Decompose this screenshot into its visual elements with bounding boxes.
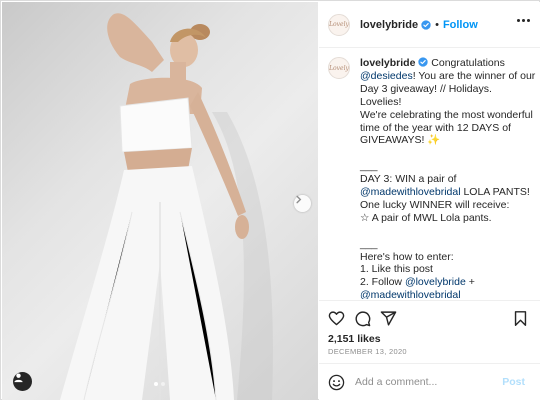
more-options-icon[interactable] [517, 19, 530, 22]
caption-avatar[interactable]: Lovely [328, 57, 350, 79]
post-header: Lovely lovelybride • Follow [319, 2, 540, 48]
caption-text-span: 1. Like this post [360, 263, 433, 276]
caption-text: lovelybride Congratulations @desiedes! Yo… [360, 57, 536, 299]
mention-link[interactable]: @lovelybride [405, 276, 466, 288]
caption-text-span: ___ [360, 237, 378, 250]
caption-line: @desiedes! You are the winner of our [360, 70, 536, 83]
caption-line: ___ [360, 238, 536, 251]
caption-text-span: ☆ A pair of MWL Lola pants. [360, 211, 492, 224]
caption-text-span: ___ [360, 160, 378, 173]
verified-badge-icon [421, 19, 431, 30]
comment-input[interactable] [355, 376, 495, 388]
post-sidebar: Lovely lovelybride • Follow Lovely lovel… [319, 2, 540, 400]
avatar[interactable]: Lovely [328, 13, 350, 36]
bookmark-icon[interactable] [512, 310, 529, 327]
caption-text-span: One lucky WINNER will receive: [360, 198, 510, 211]
caption-text-span: + [465, 276, 475, 289]
caption-line: Here's how to enter: [360, 251, 536, 264]
header-separator: • [435, 18, 439, 31]
caption-avatar-logo-text: Lovely [329, 64, 349, 72]
caption-line: We're celebrating the most wonderful [360, 109, 536, 122]
mention-link[interactable]: @madewithlovebridal [360, 289, 461, 299]
caption-line: lovelybride Congratulations [360, 57, 536, 70]
caption-line: time of the year with 12 DAYS of [360, 122, 536, 135]
caption-text-span: 2. Follow [360, 276, 405, 289]
caption-text-span: time of the year with 12 DAYS of [360, 121, 511, 134]
post-modal: Lovely lovelybride • Follow Lovely lovel… [0, 0, 540, 400]
caption-username[interactable]: lovelybride [360, 57, 415, 69]
comment-icon[interactable] [354, 310, 371, 327]
post-photo[interactable] [2, 2, 318, 400]
carousel-indicator [154, 382, 165, 386]
caption-line: One lucky WINNER will receive: [360, 199, 536, 212]
heart-icon[interactable] [328, 310, 345, 327]
model-illustration [60, 13, 273, 400]
mention-link[interactable]: @madewithlovebridal [360, 186, 461, 198]
user-icon [14, 373, 23, 383]
caption-text-span: Congratulations [431, 57, 505, 69]
caption-line: Day 3 giveaway! // Holidays. Lovelies! [360, 83, 536, 109]
caption-line: ___ [360, 160, 536, 173]
caption-line: GIVEAWAYS! ✨ [360, 134, 536, 147]
caption-text-span: ! You are the winner of our [412, 69, 536, 82]
verified-badge-icon [418, 57, 429, 67]
header-username[interactable]: lovelybride [360, 19, 418, 31]
avatar-logo-text: Lovely [329, 21, 349, 28]
caption-text-span: DAY 3: WIN a pair of [360, 173, 457, 186]
caption-line: ☆ A pair of MWL Lola pants. [360, 212, 536, 225]
paper-plane-icon[interactable] [380, 310, 397, 327]
caption-line: @madewithlovebridal [360, 289, 536, 299]
likes-count[interactable]: 2,151 likes [328, 333, 381, 345]
caption-text-span: LOLA PANTS! [460, 186, 530, 199]
caption-line: DAY 3: WIN a pair of [360, 173, 536, 186]
caption-text-span: Here's how to enter: [360, 250, 454, 263]
caption-line: 2. Follow @lovelybride + [360, 276, 536, 289]
caption-line: 1. Like this post [360, 263, 536, 276]
carousel-dot [161, 382, 165, 386]
follow-button[interactable]: Follow [443, 19, 478, 31]
caption-area[interactable]: Lovely lovelybride Congratulations @desie… [319, 49, 540, 299]
caption-line: @madewithlovebridal LOLA PANTS! [360, 186, 536, 199]
next-slide-button[interactable] [294, 195, 311, 212]
post-comment-button[interactable]: Post [502, 376, 525, 388]
post-date[interactable]: DECEMBER 13, 2020 [328, 347, 407, 356]
mention-link[interactable]: @desiedes [360, 70, 413, 82]
comment-bar: Post [319, 363, 540, 400]
action-bar [319, 300, 540, 334]
tagged-users-button[interactable] [13, 372, 32, 391]
carousel-dot-active [154, 382, 158, 386]
caption-text-span: We're celebrating the most wonderful [360, 108, 533, 121]
caption-text-span: Day 3 giveaway! // Holidays. Lovelies! [360, 82, 492, 108]
chevron-right-icon [296, 195, 302, 204]
caption-text-span: GIVEAWAYS! ✨ [360, 134, 441, 147]
smiley-icon[interactable] [328, 374, 345, 391]
